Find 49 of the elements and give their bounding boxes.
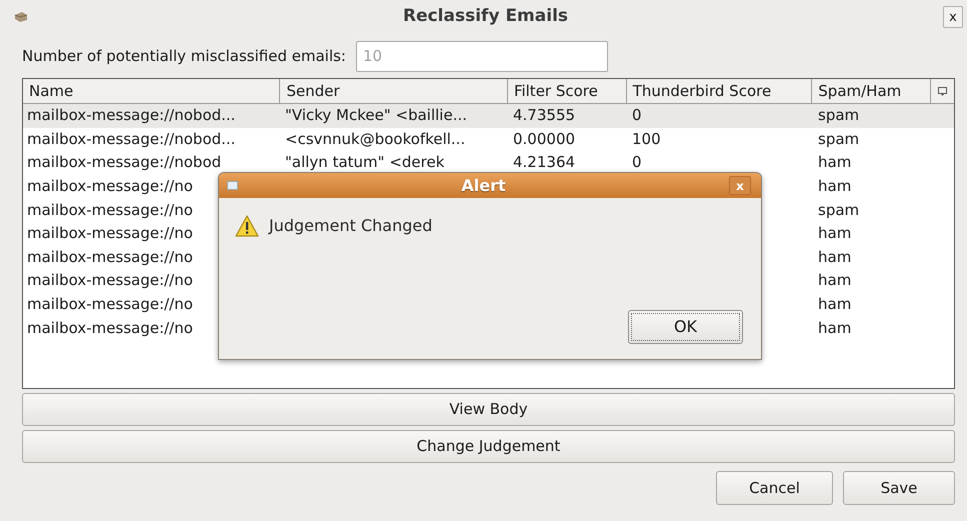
table-cell-text: spam xyxy=(817,202,860,218)
table-cell-text: 4.21364 xyxy=(512,155,576,170)
dialog-button[interactable]: Cancel xyxy=(716,471,833,505)
column-picker-icon[interactable] xyxy=(938,86,947,96)
dialog-button[interactable]: Save xyxy=(843,471,955,505)
table-cell-text: 4.73555 xyxy=(512,108,576,124)
table-cell-text: <csvnnuk@bookofkell... xyxy=(284,132,466,147)
table-cell-text: "allyn tatum" <derek xyxy=(284,155,444,170)
count-label: Number of potentially misclassified emails: xyxy=(22,46,346,67)
table-cell-text: ham xyxy=(817,250,852,265)
column-header[interactable]: Thunderbird Score xyxy=(626,79,812,103)
warning-icon xyxy=(235,215,259,237)
table-cell-text: spam xyxy=(817,132,860,147)
table-cell-text: 0 xyxy=(631,108,642,124)
table-cell-text: mailbox-message://nobod... xyxy=(26,108,236,124)
table-cell-text: mailbox-message://no xyxy=(26,273,193,288)
table-cell-text: mailbox-message://no xyxy=(26,250,193,265)
action-button[interactable]: Change Judgement xyxy=(22,430,955,463)
table-cell-text: 0 xyxy=(631,155,642,170)
table-cell-text: mailbox-message://no xyxy=(26,202,193,218)
alert-message: Judgement Changed xyxy=(269,215,432,237)
window-icon xyxy=(14,11,28,23)
table-cell-text: ham xyxy=(817,179,852,194)
close-button[interactable]: x xyxy=(943,6,963,28)
alert-title: Alert xyxy=(460,174,507,196)
window-icon xyxy=(227,181,238,190)
table-cell-text: mailbox-message://nobod... xyxy=(26,132,236,147)
action-button[interactable]: View Body xyxy=(22,393,955,426)
table-cell-text: ham xyxy=(817,226,852,242)
table-cell-text: "Vicky Mckee" <baillie... xyxy=(284,108,467,124)
table-cell-text: ham xyxy=(817,273,852,288)
table-cell-text: 0.00000 xyxy=(512,132,576,147)
table-cell-text: ham xyxy=(817,155,852,170)
column-header[interactable]: Filter Score xyxy=(508,79,627,103)
table-cell-text: spam xyxy=(817,108,860,124)
table-row[interactable]: mailbox-message://nobod... "Vicky Mckee" <baillie... 4.73555 0 spam xyxy=(23,104,954,128)
table-cell-text: mailbox-message://no xyxy=(26,226,193,242)
table-cell-text: ham xyxy=(817,297,852,312)
ok-button[interactable]: OK xyxy=(628,310,743,344)
table-cell-text: mailbox-message://no xyxy=(26,297,193,312)
table-cell-text: mailbox-message://no xyxy=(26,320,193,336)
table-cell-text: mailbox-message://no xyxy=(26,179,193,194)
column-header[interactable]: Spam/Ham xyxy=(812,79,932,103)
table-cell-text: mailbox-message://nobod xyxy=(26,155,222,170)
window-title: Reclassify Emails xyxy=(402,5,570,28)
table-cell-text: ham xyxy=(817,320,852,336)
table-cell-text: 100 xyxy=(631,132,661,147)
column-header[interactable]: Name xyxy=(23,79,280,103)
column-header[interactable]: Sender xyxy=(280,79,508,103)
